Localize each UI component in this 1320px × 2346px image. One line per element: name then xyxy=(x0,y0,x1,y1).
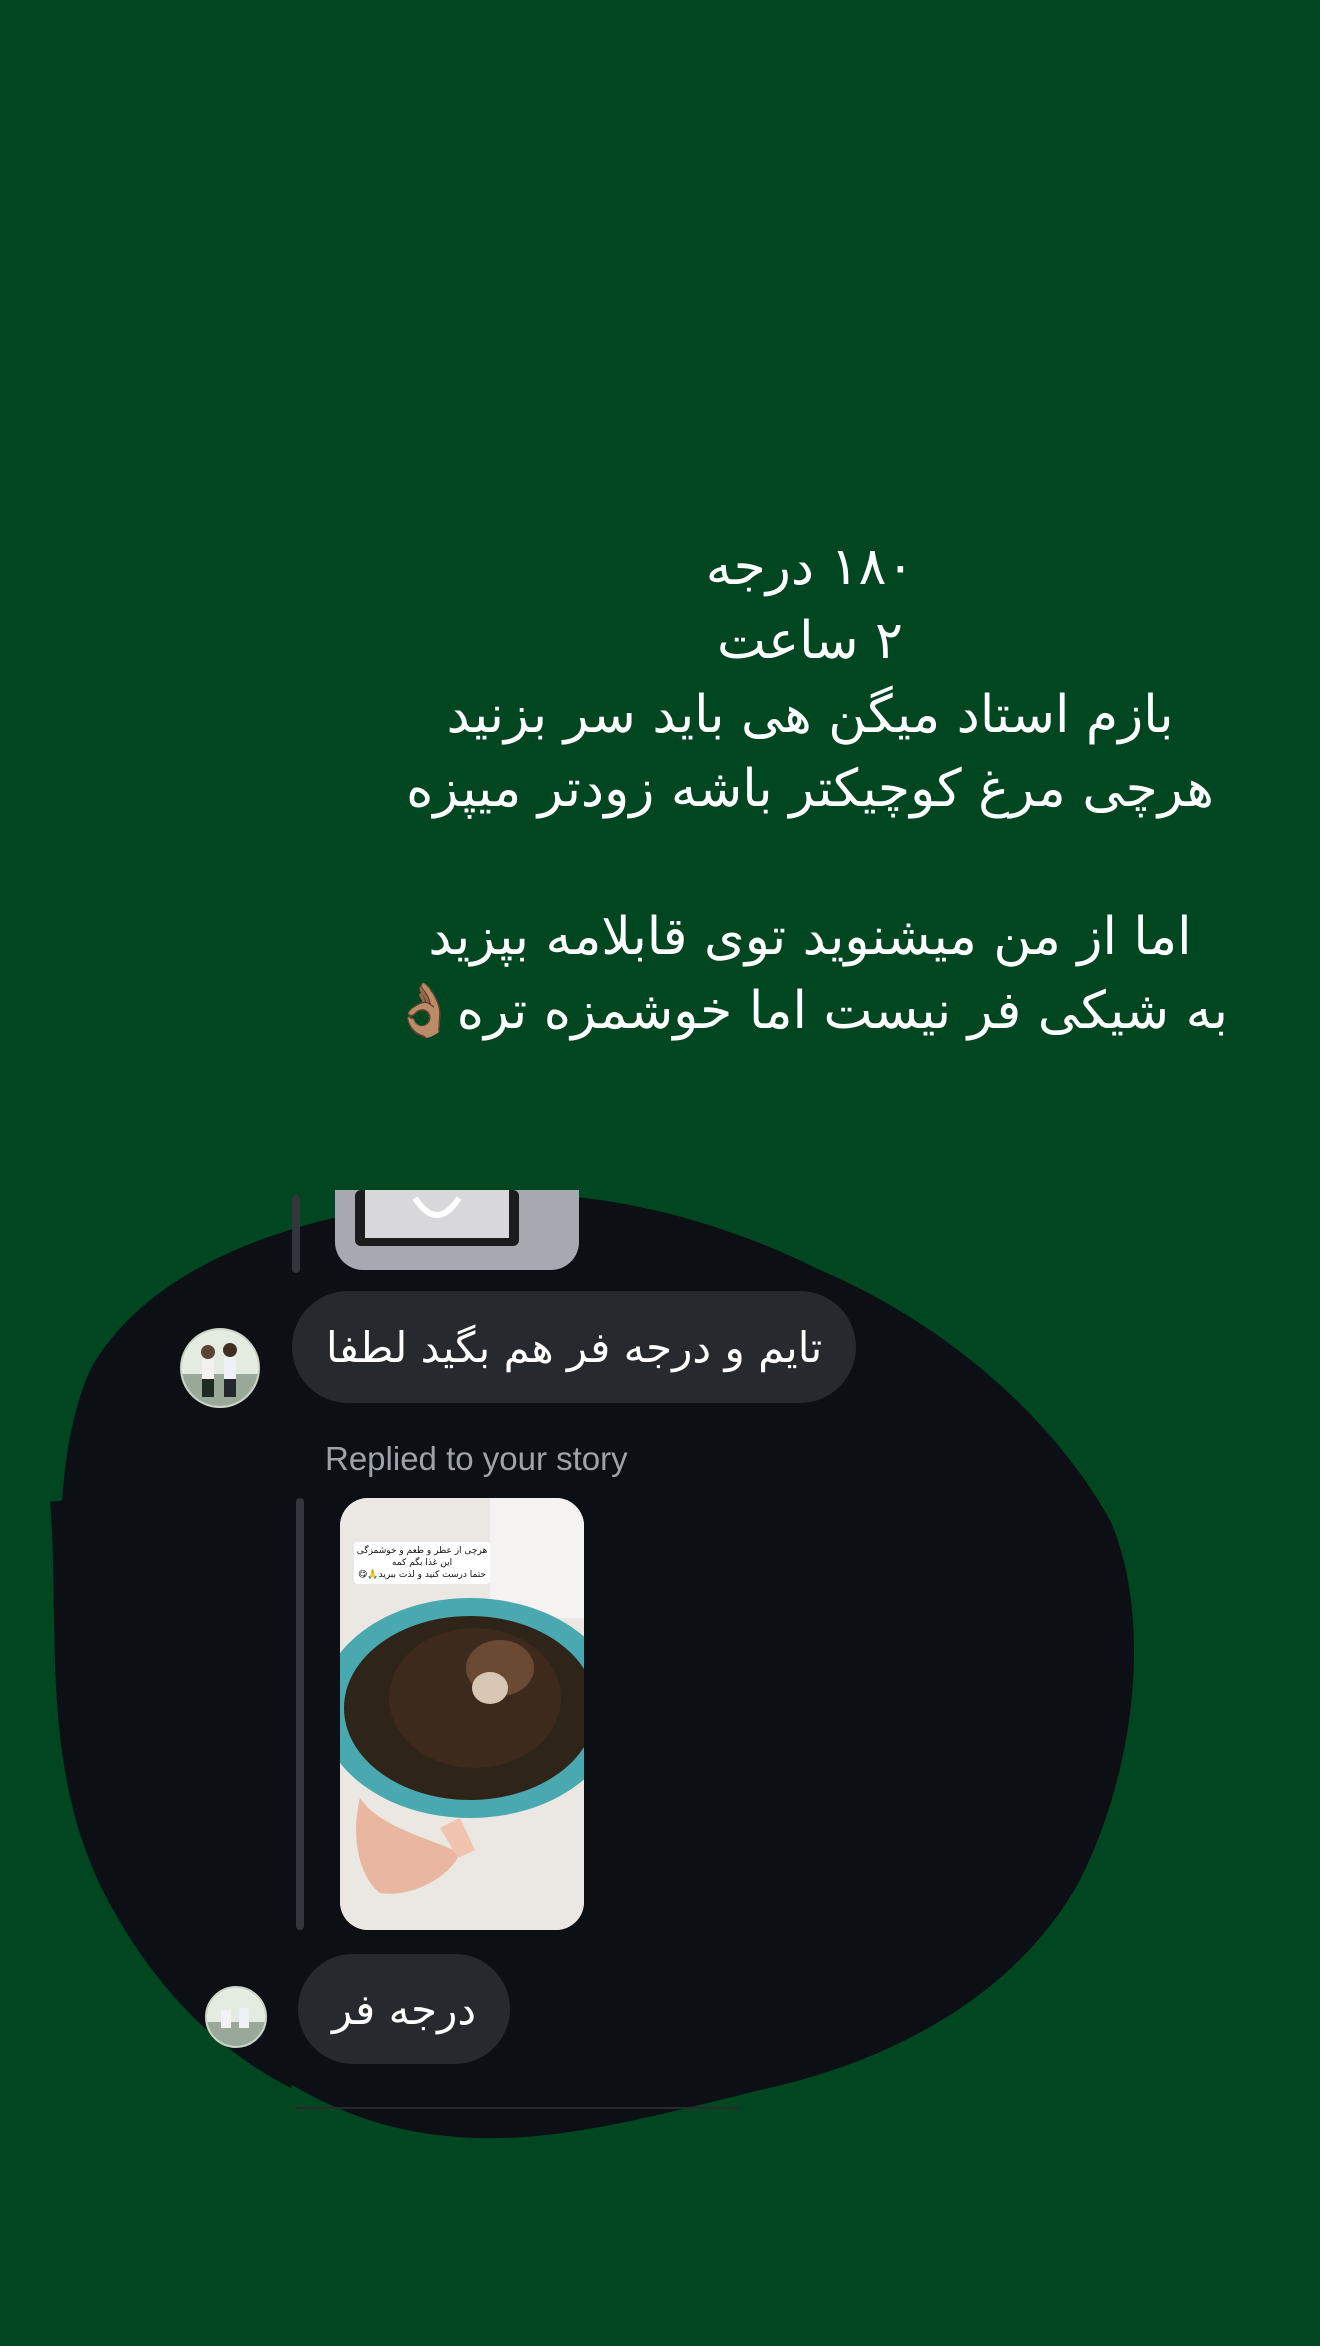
message-text: تایم و درجه فر هم بگید لطفا xyxy=(326,1322,823,1372)
avatar-photo-icon xyxy=(207,1988,265,2046)
avatar-photo-icon xyxy=(182,1330,258,1406)
story-thumbnail-caption: هرچی از عطر و طعم و خوشمزگی این غذا بگم … xyxy=(354,1542,490,1584)
story-thumbnail-caption-line: این غذا بگم کمه xyxy=(391,1558,453,1568)
message-text: درجه فر xyxy=(332,1984,477,2034)
story-thumbnail[interactable]: هرچی از عطر و طعم و خوشمزگی این غذا بگم … xyxy=(340,1498,584,1930)
dm-screenshot-cutout xyxy=(50,1193,1134,2139)
reply-bar xyxy=(296,1498,304,1930)
message-bubble[interactable]: تایم و درجه فر هم بگید لطفا xyxy=(292,1291,857,1403)
reply-bar-top xyxy=(292,1195,300,1273)
message-bubble[interactable]: درجه فر xyxy=(298,1954,511,2064)
sender-avatar[interactable] xyxy=(180,1328,260,1408)
story-thumbnail-caption-line: حتما درست کنید و لذت ببرید🙏😋 xyxy=(358,1570,486,1580)
reply-context-label: Replied to your story xyxy=(325,1440,628,1477)
sender-avatar[interactable] xyxy=(205,1986,267,2048)
story-thumbnail-caption-line: هرچی از عطر و طعم و خوشمزگی xyxy=(356,1546,488,1556)
device-frame-icon xyxy=(355,1190,519,1246)
previous-media-thumbnail[interactable] xyxy=(335,1190,579,1270)
